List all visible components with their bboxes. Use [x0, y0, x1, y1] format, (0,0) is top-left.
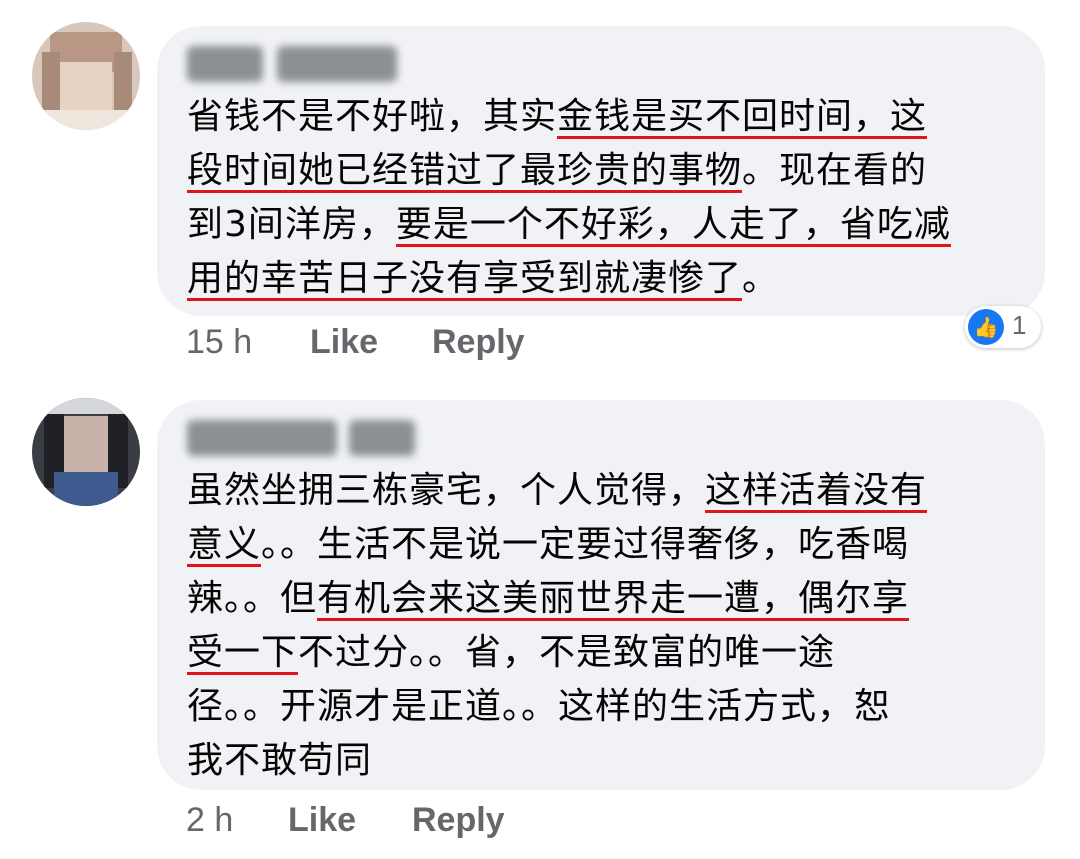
timestamp[interactable]: 15 h: [186, 323, 252, 362]
comment-text: 虽然坐拥三栋豪宅，个人觉得，这样活着没有 意义。。生活不是说一定要过得奢侈，吃香喝…: [187, 464, 1007, 788]
text-segment: 省钱不是不好啦，其实: [187, 96, 558, 137]
reply-button[interactable]: Reply: [412, 801, 505, 840]
comment-bubble: 省钱不是不好啦，其实金钱是买不回时间，这 段时间她已经错过了最珍贵的事物。现在看的…: [157, 26, 1045, 316]
comment-text-line: 虽然坐拥三栋豪宅，个人觉得，这样活着没有: [187, 464, 1007, 518]
text-segment: 我不敢苟同: [187, 740, 373, 781]
underlined-segment: 用的幸苦日子没有享受到就凄惨了: [187, 258, 743, 299]
underlined-segment: 有机会来这美丽世界走一遭，偶尔享: [317, 578, 910, 619]
text-segment: 辣。。但: [187, 578, 318, 619]
like-button[interactable]: Like: [288, 801, 356, 840]
comment-text: 省钱不是不好啦，其实金钱是买不回时间，这 段时间她已经错过了最珍贵的事物。现在看的…: [187, 90, 1007, 306]
thumbs-up-icon: 👍: [968, 309, 1004, 345]
comment-text-line: 到3间洋房，要是一个不好彩，人走了，省吃减: [187, 198, 1007, 252]
reaction-badge[interactable]: 👍 1: [965, 306, 1041, 348]
text-segment: 。。生活不是说一定要过得奢侈，吃香喝: [261, 524, 910, 565]
comment-text-line: 辣。。但有机会来这美丽世界走一遭，偶尔享: [187, 572, 1007, 626]
underlined-segment: 这样活着没有: [705, 470, 928, 511]
text-segment: 不过分。。省，不是致富的唯一途: [298, 632, 836, 673]
text-segment: 。: [742, 258, 780, 299]
text-segment: 到3间洋房，: [187, 204, 396, 245]
underlined-segment: 段时间她已经错过了最珍贵的事物: [187, 150, 743, 191]
comment-text-line: 受一下不过分。。省，不是致富的唯一途: [187, 626, 1007, 680]
comment-text-line: 意义。。生活不是说一定要过得奢侈，吃香喝: [187, 518, 1007, 572]
underlined-segment: 意义: [187, 524, 262, 565]
avatar[interactable]: [32, 398, 140, 506]
reply-button[interactable]: Reply: [432, 323, 525, 362]
text-segment: 。现在看的: [742, 150, 928, 191]
comment-text-line: 我不敢苟同: [187, 734, 1007, 788]
timestamp[interactable]: 2 h: [186, 801, 233, 840]
comment-text-line: 用的幸苦日子没有享受到就凄惨了。: [187, 252, 1007, 306]
comment-text-line: 径。。开源才是正道。。这样的生活方式，恕: [187, 680, 1007, 734]
underlined-segment: 要是一个不好彩，人走了，省吃减: [395, 204, 951, 245]
underlined-segment: 受一下: [187, 632, 299, 673]
comment-text-line: 省钱不是不好啦，其实金钱是买不回时间，这: [187, 90, 1007, 144]
avatar[interactable]: [32, 22, 140, 130]
underlined-segment: 金钱是买不回时间，这: [557, 96, 928, 137]
text-segment: 径。。开源才是正道。。这样的生活方式，恕: [187, 686, 892, 727]
text-segment: 虽然坐拥三栋豪宅，个人觉得，: [187, 470, 706, 511]
comment-text-line: 段时间她已经错过了最珍贵的事物。现在看的: [187, 144, 1007, 198]
like-button[interactable]: Like: [310, 323, 378, 362]
reaction-count: 1: [1012, 310, 1027, 340]
comment-bubble: 虽然坐拥三栋豪宅，个人觉得，这样活着没有 意义。。生活不是说一定要过得奢侈，吃香喝…: [157, 400, 1045, 790]
